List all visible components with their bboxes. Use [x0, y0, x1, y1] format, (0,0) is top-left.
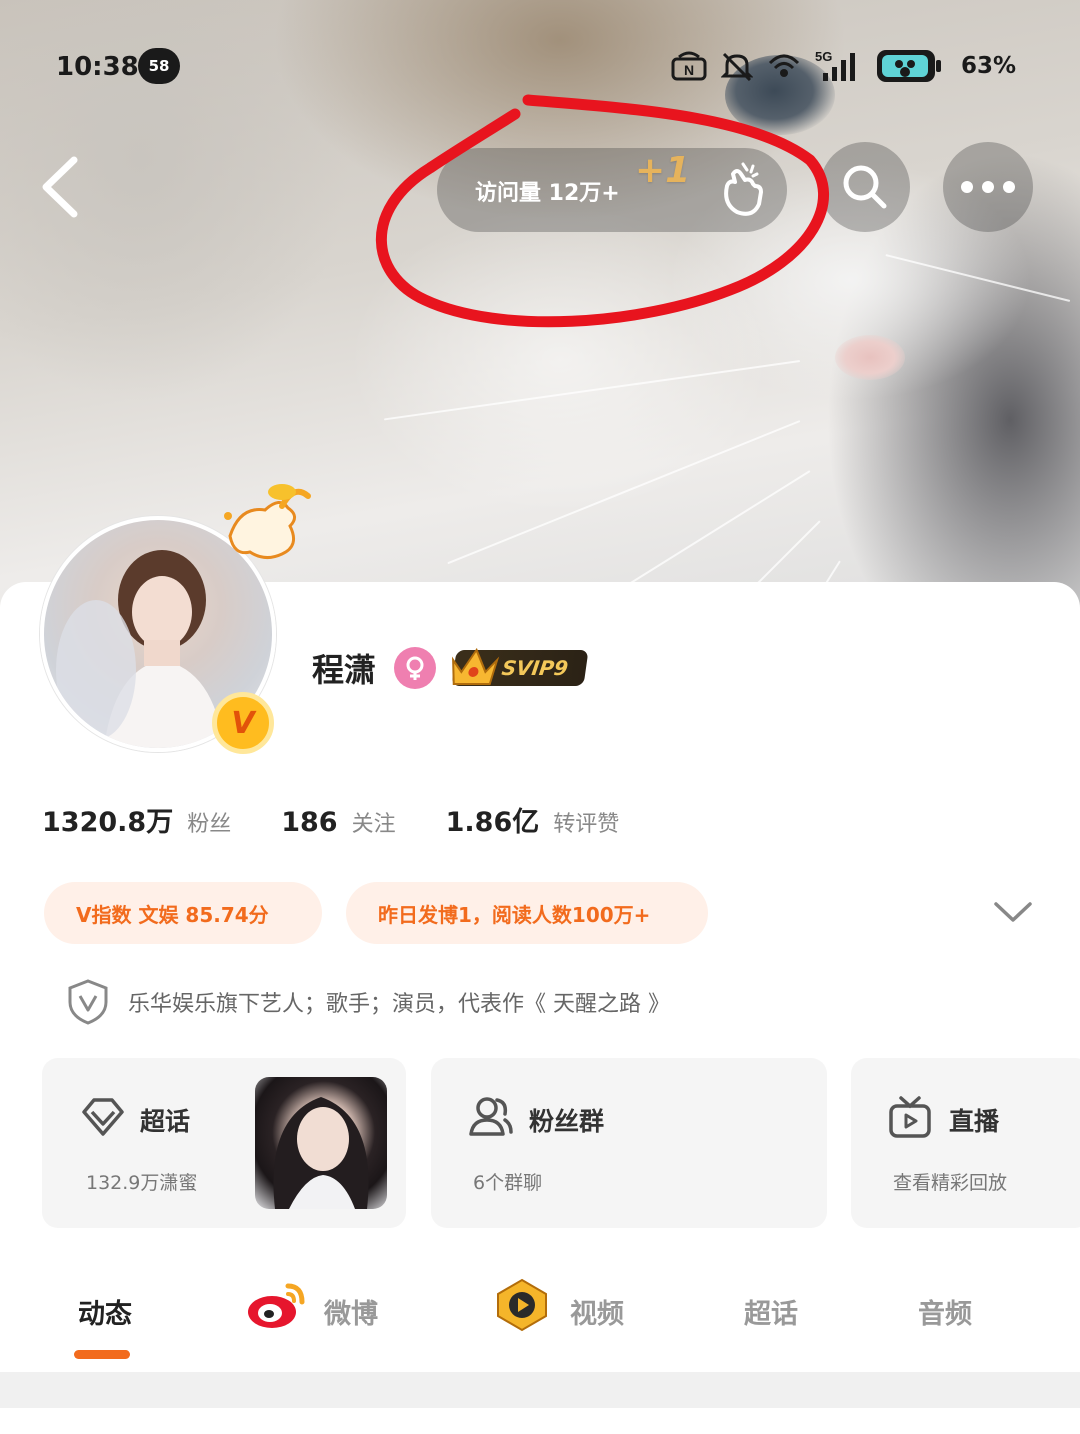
- status-icons: N 5G 63%: [671, 46, 1016, 86]
- visit-count-pill[interactable]: 访问量 12万+ +1: [437, 148, 787, 232]
- crown-icon: [452, 647, 500, 685]
- card-subtitle: 查看精彩回放: [893, 1172, 1008, 1194]
- avatar-container[interactable]: V: [40, 484, 311, 754]
- card-subtitle: 132.9万潇蜜: [86, 1172, 198, 1194]
- svg-text:5G: 5G: [815, 49, 832, 64]
- signal-5g-icon: 5G: [815, 49, 855, 81]
- super-topic-thumbnail: [255, 1077, 387, 1209]
- back-icon[interactable]: [36, 152, 92, 222]
- info-chips: V指数 文娱 85.74分 昨日发博1，阅读人数100万+: [44, 882, 708, 944]
- status-bar: 10:38 58 N 5G 63%: [0, 36, 1080, 96]
- chevron-down-icon[interactable]: [992, 896, 1034, 926]
- stat-value: 1320.8万: [42, 807, 174, 838]
- svg-text:N: N: [684, 62, 694, 78]
- verified-badge: V: [212, 692, 274, 754]
- bio-row: 乐华娱乐旗下艺人；歌手；演员，代表作《 天醒之路 》: [66, 978, 670, 1026]
- stat-value: 186: [281, 807, 338, 838]
- stat-interactions[interactable]: 1.86亿 转评赞: [446, 800, 620, 839]
- diamond-icon: [82, 1098, 124, 1136]
- profile-tabs: 动态 微博 视频 超话 音频: [0, 1270, 1080, 1362]
- live-card[interactable]: 直播 查看精彩回放: [851, 1058, 1080, 1228]
- card-title: 粉丝群: [529, 1107, 605, 1136]
- verified-v-icon: V: [231, 705, 255, 741]
- card-title: 超话: [140, 1107, 191, 1136]
- tab-feed[interactable]: 动态: [78, 1292, 132, 1331]
- group-icon: [469, 1097, 513, 1136]
- visit-count-label: 访问量 12万+: [475, 181, 620, 206]
- stat-value: 1.86亿: [445, 807, 540, 838]
- tab-weibo[interactable]: 微博: [324, 1292, 378, 1331]
- cover-whisker: [885, 254, 1071, 302]
- stat-fans[interactable]: 1320.8万 粉丝: [42, 800, 231, 839]
- stats-row: 1320.8万 粉丝 186 关注 1.86亿 转评赞: [42, 800, 669, 839]
- active-tab-indicator: [74, 1350, 130, 1359]
- cover-cat-nose: [835, 335, 905, 380]
- tab-audio[interactable]: 音频: [918, 1292, 972, 1331]
- female-icon: [394, 647, 437, 689]
- horse-pendant-icon: [224, 484, 311, 559]
- tv-icon: [889, 1096, 931, 1138]
- card-title: 直播: [949, 1107, 1000, 1136]
- v-index-chip[interactable]: V指数 文娱 85.74分: [44, 882, 322, 944]
- battery-level: 63%: [960, 53, 1016, 79]
- tab-super-topic[interactable]: 超话: [744, 1292, 798, 1331]
- battery-icon: [876, 50, 941, 82]
- more-button[interactable]: [943, 142, 1033, 232]
- stat-label: 关注: [351, 812, 396, 837]
- nfc-icon: N: [671, 51, 707, 81]
- username: 程潇: [312, 651, 377, 689]
- search-button[interactable]: [820, 142, 910, 232]
- stat-following[interactable]: 186 关注: [281, 806, 395, 838]
- mute-bell-icon: [720, 52, 753, 81]
- visit-increment: +1: [635, 150, 691, 191]
- status-time: 10:38: [56, 52, 139, 82]
- weibo-icon: [248, 1283, 305, 1328]
- shield-v-icon: [68, 979, 108, 1025]
- name-row: 程潇 SVIP9: [312, 645, 589, 691]
- search-icon: [843, 165, 887, 209]
- content-divider: [0, 1372, 1080, 1408]
- more-icon: [961, 181, 1015, 193]
- stat-label: 转评赞: [553, 812, 620, 837]
- feature-cards: 超话 132.9万潇蜜 粉丝群 6个群聊 直播 查看精彩回放: [42, 1058, 1080, 1230]
- tab-video[interactable]: 视频: [570, 1292, 624, 1331]
- super-topic-card[interactable]: 超话 132.9万潇蜜: [42, 1058, 406, 1228]
- card-subtitle: 6个群聊: [473, 1172, 543, 1194]
- yesterday-post-chip[interactable]: 昨日发博1，阅读人数100万+: [346, 882, 708, 944]
- video-icon: [497, 1278, 547, 1332]
- wifi-icon: [768, 54, 799, 77]
- bio-text: 乐华娱乐旗下艺人；歌手；演员，代表作《 天醒之路 》: [128, 992, 670, 1017]
- svip-badge[interactable]: SVIP9: [451, 647, 589, 686]
- stat-label: 粉丝: [187, 812, 232, 837]
- cover-whisker: [447, 420, 801, 565]
- notification-badge: 58: [138, 48, 180, 84]
- cover-whisker: [383, 360, 801, 421]
- svip-label: SVIP9: [500, 656, 570, 680]
- fan-group-card[interactable]: 粉丝群 6个群聊: [431, 1058, 827, 1228]
- finger-heart-icon[interactable]: [713, 160, 773, 220]
